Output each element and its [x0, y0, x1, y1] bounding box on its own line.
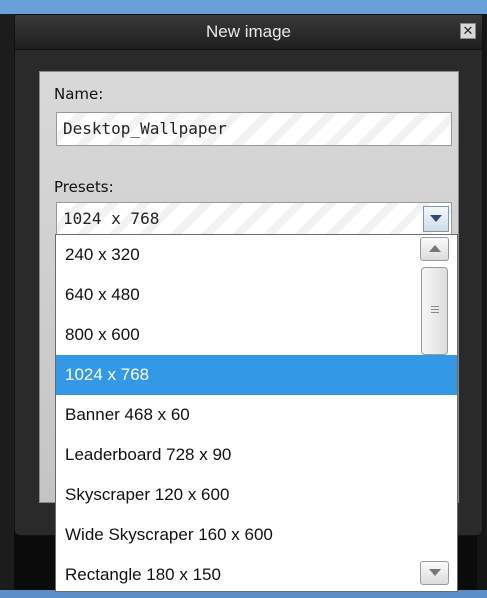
preset-option[interactable]: Leaderboard 728 x 90	[56, 435, 418, 475]
backdrop-left	[0, 0, 14, 598]
preset-option[interactable]: 240 x 320	[56, 235, 418, 275]
preset-option-selected[interactable]: 1024 x 768	[56, 355, 418, 395]
presets-selected-value: 1024 x 768	[63, 209, 160, 228]
grip-icon	[431, 306, 439, 314]
dialog-title: New image	[205, 22, 292, 41]
close-icon: ✕	[462, 24, 474, 39]
name-label: Name:	[54, 85, 104, 103]
preset-option[interactable]: 640 x 480	[56, 275, 418, 315]
scroll-up-button[interactable]	[420, 237, 449, 261]
chevron-up-icon	[429, 245, 441, 252]
name-field-value: Desktop_Wallpaper	[63, 119, 227, 138]
presets-select[interactable]: 1024 x 768	[56, 202, 452, 236]
preset-option[interactable]: Skyscraper 120 x 600	[56, 475, 418, 515]
dropdown-scrollbar[interactable]	[418, 235, 457, 591]
dialog-titlebar[interactable]: New image ✕	[15, 15, 482, 50]
chevron-down-icon	[430, 215, 442, 222]
scroll-thumb[interactable]	[421, 267, 448, 355]
preset-option[interactable]: 800 x 600	[56, 315, 418, 355]
backdrop-top	[0, 0, 487, 14]
presets-dropdown-list: 240 x 320 640 x 480 800 x 600 1024 x 768…	[55, 234, 458, 592]
close-button[interactable]: ✕	[460, 23, 476, 39]
name-field[interactable]: Desktop_Wallpaper	[56, 112, 452, 146]
preset-option[interactable]: Wide Skyscraper 160 x 600	[56, 515, 418, 555]
chevron-down-icon	[429, 569, 441, 576]
preset-option[interactable]: Banner 468 x 60	[56, 395, 418, 435]
presets-label: Presets:	[54, 178, 114, 196]
presets-dropdown-button[interactable]	[423, 206, 449, 232]
scroll-down-button[interactable]	[420, 561, 449, 585]
preset-option[interactable]: Rectangle 180 x 150	[56, 555, 418, 591]
